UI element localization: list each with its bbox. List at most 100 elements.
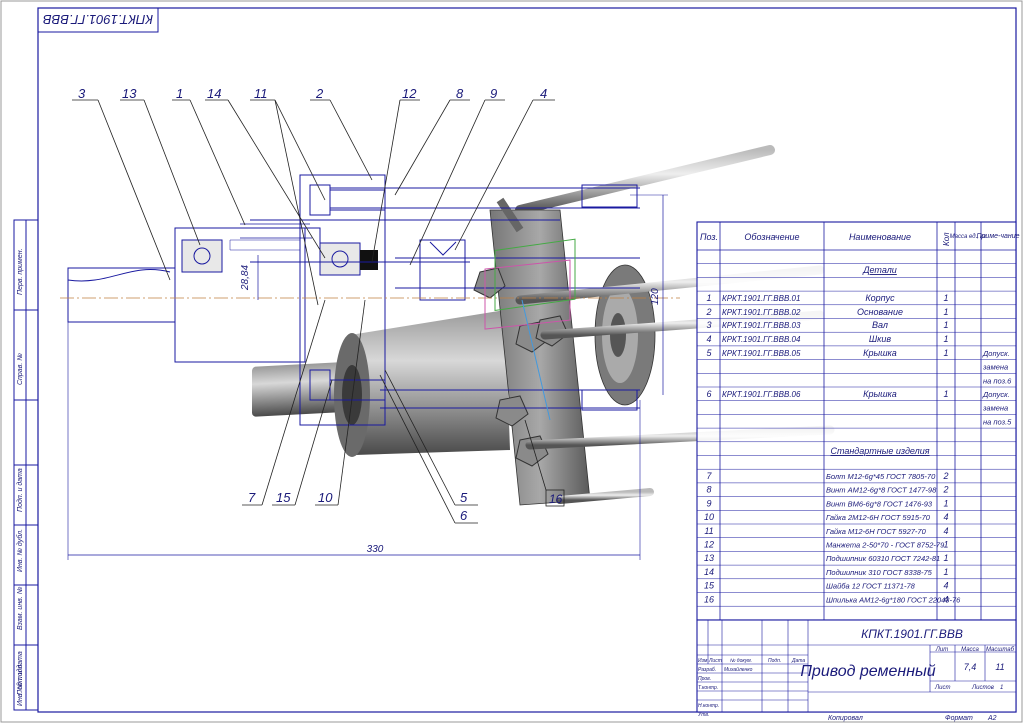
side-label-2: Подп. и дата bbox=[16, 468, 24, 512]
hdr-pos: Поз. bbox=[700, 232, 718, 242]
spec-std-pos: 11 bbox=[704, 526, 713, 536]
callout-16: 16 bbox=[549, 492, 563, 506]
spec-std-name: Гайка М12-6Н ГОСТ 5927-70 bbox=[826, 527, 927, 536]
dim-height: 120 bbox=[650, 288, 661, 305]
spec-std-pos: 10 bbox=[704, 512, 714, 522]
tb-title: Привод ременный bbox=[800, 663, 935, 680]
callout-2: 2 bbox=[315, 86, 324, 101]
spec-std-name: Шайба 12 ГОСТ 11371-78 bbox=[826, 582, 916, 591]
spec-row-designation: КРКТ.1901.ГГ.ВВВ.06 bbox=[722, 390, 801, 399]
tb-sheets: Листов bbox=[971, 685, 994, 691]
spec-row-qty: 1 bbox=[943, 389, 948, 399]
spec-row-name: Основание bbox=[857, 307, 903, 317]
spec-std-name: Винт АМ12-6g*8 ГОСТ 1477-98 bbox=[826, 486, 937, 495]
spec-row-note: на поз.6 bbox=[983, 376, 1012, 385]
section-details: Детали bbox=[862, 265, 897, 275]
spec-row-qty: 1 bbox=[943, 334, 948, 344]
spec-std-name: Болт М12-6g*45 ГОСТ 7805-70 bbox=[826, 472, 936, 481]
tb-row-izm: Изм bbox=[698, 658, 708, 664]
hdr-note: Приме-чание bbox=[976, 233, 1019, 240]
callout-7: 7 bbox=[248, 490, 256, 505]
spec-row-note: Допуск. bbox=[982, 390, 1010, 399]
tb-developer: Михайленко bbox=[724, 666, 753, 673]
spec-std-qty: 4 bbox=[943, 594, 948, 604]
hdr-designation: Обозначение bbox=[744, 232, 799, 242]
callout-4: 4 bbox=[540, 86, 547, 101]
tb-role-4: Утв. bbox=[698, 712, 709, 718]
tb-doc-code: КПКТ.1901.ГГ.ВВВ bbox=[861, 627, 963, 641]
spec-std-name: Гайка 2М12-6Н ГОСТ 5915-70 bbox=[826, 513, 931, 522]
tb-sheet: Лист bbox=[934, 685, 950, 691]
callout-3: 3 bbox=[78, 86, 86, 101]
tb-hdr-mass: Масса bbox=[961, 647, 979, 653]
tb-row-date: Дата bbox=[791, 658, 805, 664]
spec-std-qty: 4 bbox=[943, 581, 948, 591]
spec-std-pos: 8 bbox=[706, 485, 711, 495]
spec-std-pos: 13 bbox=[704, 553, 714, 563]
spec-row-pos: 4 bbox=[706, 334, 711, 344]
tb-row-sign: Подп. bbox=[768, 658, 781, 664]
tb-mass: 7,4 bbox=[964, 662, 977, 672]
spec-row-qty: 1 bbox=[943, 320, 948, 330]
spec-std-name: Подшипник 60310 ГОСТ 7242-81 bbox=[826, 554, 940, 563]
spec-row-note: замена bbox=[982, 363, 1008, 372]
spec-std-qty: 4 bbox=[943, 512, 948, 522]
spec-row-name: Корпус bbox=[865, 293, 895, 303]
spec-std-qty: 1 bbox=[943, 567, 948, 577]
tb-sheets-value: 1 bbox=[1000, 685, 1003, 691]
tb-hdr-scale: Масштаб bbox=[986, 647, 1015, 653]
tb-row-list: Лист bbox=[708, 658, 722, 664]
callout-5: 5 bbox=[460, 490, 468, 505]
callout-12: 12 bbox=[402, 86, 417, 101]
spec-std-pos: 14 bbox=[704, 567, 714, 577]
callout-15: 15 bbox=[276, 490, 291, 505]
spec-std-name: Подшипник 310 ГОСТ 8338-75 bbox=[826, 568, 933, 577]
side-label-4: Взам. инв. № bbox=[17, 586, 24, 630]
spec-row-pos: 3 bbox=[706, 320, 711, 330]
callout-6: 6 bbox=[460, 508, 468, 523]
tb-role-2: Т.контр. bbox=[698, 685, 718, 691]
spec-row-qty: 1 bbox=[943, 307, 948, 317]
tb-role-0: Разраб. bbox=[698, 667, 716, 673]
spec-std-qty: 1 bbox=[943, 540, 948, 550]
spec-row-designation: КРКТ.1901.ГГ.ВВВ.03 bbox=[722, 321, 801, 330]
spec-row-name: Шкив bbox=[869, 334, 892, 344]
callout-8: 8 bbox=[456, 86, 464, 101]
callout-14: 14 bbox=[207, 86, 221, 101]
section-standard: Стандартные изделия bbox=[830, 446, 929, 456]
callout-11: 11 bbox=[254, 86, 268, 101]
spec-std-name: Манжета 2-50*70 - ГОСТ 8752-79 bbox=[826, 541, 945, 550]
drawing-sheet: КПКТ.1901.ГГ.ВВВ Перв. примен. Справ. № … bbox=[0, 0, 1023, 723]
spec-row-designation: КРКТ.1901.ГГ.ВВВ.01 bbox=[722, 294, 800, 303]
spec-std-qty: 1 bbox=[943, 553, 948, 563]
callout-labels: 3 13 1 14 11 2 12 8 9 4 7 15 10 5 6 16 bbox=[78, 86, 563, 523]
spec-row-designation: КРКТ.1901.ГГ.ВВВ.05 bbox=[722, 349, 801, 358]
callouts bbox=[72, 99, 565, 524]
dim-length: 330 bbox=[367, 544, 384, 555]
callout-10: 10 bbox=[318, 490, 333, 505]
tb-role-3: Н.контр. bbox=[698, 703, 719, 709]
spec-std-pos: 9 bbox=[706, 498, 711, 508]
tb-role-1: Пров. bbox=[698, 676, 711, 682]
spec-row-name: Крышка bbox=[863, 389, 897, 399]
spec-std-qty: 4 bbox=[943, 526, 948, 536]
spec-row-qty: 1 bbox=[943, 348, 948, 358]
tb-row-doc: № докум. bbox=[730, 658, 752, 664]
spec-row-note: Допуск. bbox=[982, 349, 1010, 358]
tb-format-label: Формат bbox=[945, 715, 973, 722]
spec-std-name: Шпилька АМ12-6g*180 ГОСТ 22043-76 bbox=[826, 595, 961, 604]
spec-std-name: Винт ВМ6-6g*8 ГОСТ 1476-93 bbox=[826, 499, 933, 508]
spec-row-pos: 6 bbox=[706, 389, 711, 399]
spec-row-note: на поз.5 bbox=[983, 417, 1012, 426]
tb-hdr-lit: Лит bbox=[935, 647, 948, 653]
spec-std-qty: 2 bbox=[942, 471, 948, 481]
side-strip: Перв. примен. Справ. № Подп. и дата Инв.… bbox=[13, 219, 39, 711]
spec-row-designation: КРКТ.1901.ГГ.ВВВ.02 bbox=[722, 308, 801, 317]
callout-13: 13 bbox=[122, 86, 137, 101]
side-label-0: Перв. примен. bbox=[17, 248, 24, 295]
spec-row-name: Крышка bbox=[863, 348, 897, 358]
spec-row-pos: 2 bbox=[705, 307, 711, 317]
dim-diameter: 28,84 bbox=[240, 265, 251, 291]
spec-row-qty: 1 bbox=[943, 293, 948, 303]
spec-table: Поз. Обозначение Наименование Кол Масса … bbox=[696, 221, 1020, 621]
